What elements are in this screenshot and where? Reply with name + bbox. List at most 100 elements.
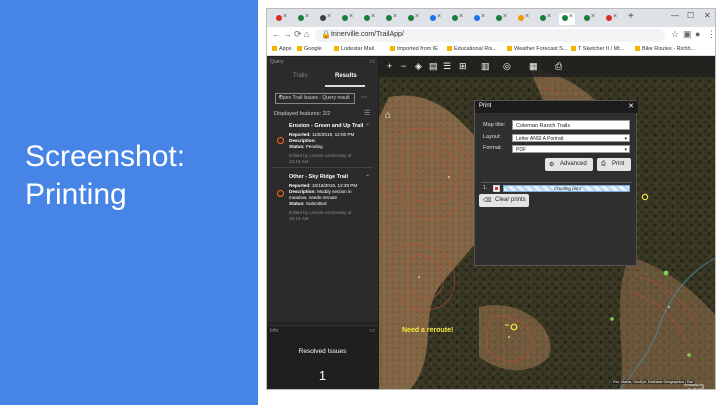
browser-tab[interactable]: × — [405, 13, 421, 25]
forward-icon[interactable]: → — [283, 29, 292, 39]
print-icon[interactable]: ⎙ — [555, 61, 562, 72]
close-tab-icon[interactable]: × — [349, 13, 353, 20]
browser-tab[interactable]: × — [427, 13, 443, 25]
close-tab-icon[interactable]: × — [591, 13, 595, 20]
issues-widget: Query ▭ Trails Results Open Trail Issues… — [267, 57, 378, 322]
zoom-out-icon[interactable]: − — [401, 61, 406, 71]
close-tab-icon[interactable]: × — [459, 13, 463, 20]
bookmark-google[interactable]: Google — [297, 46, 322, 52]
edited-time: 10:16 AM — [289, 216, 309, 221]
status-label: Status: — [289, 201, 305, 206]
tab-favicon-icon — [298, 15, 304, 21]
close-tab-icon[interactable]: × — [415, 13, 419, 20]
more-options-icon[interactable]: ⋯ — [361, 94, 367, 101]
measure-icon[interactable]: ⊞ — [459, 61, 467, 72]
close-icon[interactable]: ✕ — [628, 102, 634, 110]
close-tab-icon[interactable]: × — [393, 13, 397, 20]
browser-tab[interactable]: × — [339, 13, 355, 25]
browser-tab-bar: × × × × × × × × × × × × × × × × + — ☐ ✕ — [267, 9, 715, 27]
bookmark-bike-routes[interactable]: Bike Routes - Richh... — [635, 46, 695, 52]
bookmark-imported[interactable]: Imported from IE — [390, 46, 438, 52]
issues-widget-header: Query — [270, 59, 284, 65]
maximize-icon[interactable]: ☐ — [687, 11, 694, 20]
home-icon[interactable]: ⌂ — [304, 29, 309, 39]
bookmark-weather[interactable]: Weather Forecast S... — [507, 46, 567, 52]
edited-info: Edited by Lenore at Monday at — [289, 153, 352, 158]
bookmark-sketcher[interactable]: T Sketcher It / Mt... — [571, 46, 624, 52]
close-tab-icon[interactable]: × — [525, 13, 529, 20]
reload-icon[interactable]: ⟳ — [294, 29, 302, 40]
edited-time: 10:16 AM — [289, 159, 309, 164]
browser-tab[interactable]: × — [295, 13, 311, 25]
map-title-input[interactable]: Coleman Ranch Trails — [512, 120, 630, 130]
slide: Screenshot: Printing × × × × × × × × × × × × × × × × + … — [0, 0, 720, 405]
list-options-icon[interactable]: ☰ — [364, 109, 370, 117]
browser-tab[interactable]: × — [273, 13, 289, 25]
browser-tab[interactable]: × — [515, 13, 531, 25]
map-home-icon[interactable]: ⌂ — [385, 110, 391, 121]
results-dropdown[interactable]: Open Trail Issues - Query result ▾ — [275, 93, 355, 104]
browser-tab[interactable]: × — [471, 13, 487, 25]
new-tab-button[interactable]: + — [628, 11, 634, 22]
lock-icon: 🔒 — [321, 30, 331, 39]
menu-icon[interactable]: ⋮ — [707, 29, 715, 40]
bookmark-educational[interactable]: Educational Ris... — [447, 46, 497, 52]
zoom-in-icon[interactable]: + — [387, 61, 392, 71]
browser-tab[interactable]: × — [383, 13, 399, 25]
close-tab-icon[interactable]: × — [503, 13, 507, 20]
description-value: Muddy section in — [317, 189, 352, 194]
draw-icon[interactable]: ▦ — [529, 61, 538, 72]
close-tab-icon[interactable]: × — [305, 13, 309, 20]
layout-select[interactable]: Letter ANSI A Portrait ▾ — [512, 134, 630, 142]
legend-icon[interactable]: ☰ — [443, 61, 451, 72]
tab-favicon-icon — [474, 15, 480, 21]
chevron-up-icon[interactable]: ⌃ — [365, 123, 370, 130]
tab-trails[interactable]: Trails — [293, 73, 307, 79]
tab-favicon-icon — [452, 15, 458, 21]
browser-tab[interactable]: × — [449, 13, 465, 25]
format-value: PDF — [516, 146, 526, 153]
address-bar[interactable]: 🔒 trinerville.com/TrailApp/ — [315, 29, 665, 42]
print-job-number: 1. — [483, 185, 488, 191]
share-icon[interactable]: ▥ — [481, 61, 490, 72]
close-tab-icon[interactable]: × — [327, 13, 331, 20]
close-tab-icon[interactable]: × — [437, 13, 441, 20]
close-tab-icon[interactable]: × — [371, 13, 375, 20]
close-tab-icon[interactable]: × — [481, 13, 485, 20]
browser-tab[interactable]: × — [559, 13, 575, 25]
back-icon[interactable]: ← — [272, 29, 281, 39]
close-window-icon[interactable]: ✕ — [704, 11, 711, 20]
summary-widget-header: Info — [270, 328, 279, 334]
minimize-icon[interactable]: — — [671, 11, 679, 20]
advanced-button[interactable]: ⚙ Advanced — [545, 158, 593, 171]
browser-tab[interactable]: × — [537, 13, 553, 25]
print-button[interactable]: ⎙ Print — [597, 158, 631, 171]
collapse-icon[interactable]: ▭ — [369, 58, 375, 65]
clear-prints-button[interactable]: ⌫ Clear prints — [479, 194, 529, 207]
chevron-up-icon[interactable]: ⌃ — [365, 174, 370, 181]
close-tab-icon[interactable]: × — [613, 13, 617, 20]
collapse-icon[interactable]: ▭ — [369, 327, 375, 334]
browser-tab[interactable]: × — [317, 13, 333, 25]
chevron-down-icon: ▾ — [624, 146, 627, 153]
extension-icon[interactable]: ▣ — [683, 29, 692, 40]
profile-icon[interactable]: ● — [695, 29, 700, 39]
bookmark-apps[interactable]: Apps — [272, 46, 292, 52]
browser-tab[interactable]: × — [603, 13, 619, 25]
description-label: Description: — [289, 189, 316, 194]
basemap-icon[interactable]: ▤ — [429, 61, 438, 72]
layers-icon[interactable]: ◈ — [415, 61, 422, 72]
browser-tab[interactable]: × — [493, 13, 509, 25]
browser-tab[interactable]: × — [581, 13, 597, 25]
browser-tab[interactable]: × — [361, 13, 377, 25]
bookmark-lodestar[interactable]: Lodestar Mail — [334, 46, 374, 52]
close-tab-icon[interactable]: × — [283, 13, 287, 20]
chevron-down-icon: ▾ — [279, 94, 282, 100]
reported-value: 10/18/2019, 12:39 PM — [311, 183, 358, 188]
close-tab-icon[interactable]: × — [547, 13, 551, 20]
tab-results[interactable]: Results — [335, 73, 357, 79]
format-select[interactable]: PDF ▾ — [512, 145, 630, 153]
close-tab-icon[interactable]: × — [569, 13, 573, 20]
star-icon[interactable]: ☆ — [671, 29, 679, 40]
locate-icon[interactable]: ◎ — [503, 61, 511, 72]
